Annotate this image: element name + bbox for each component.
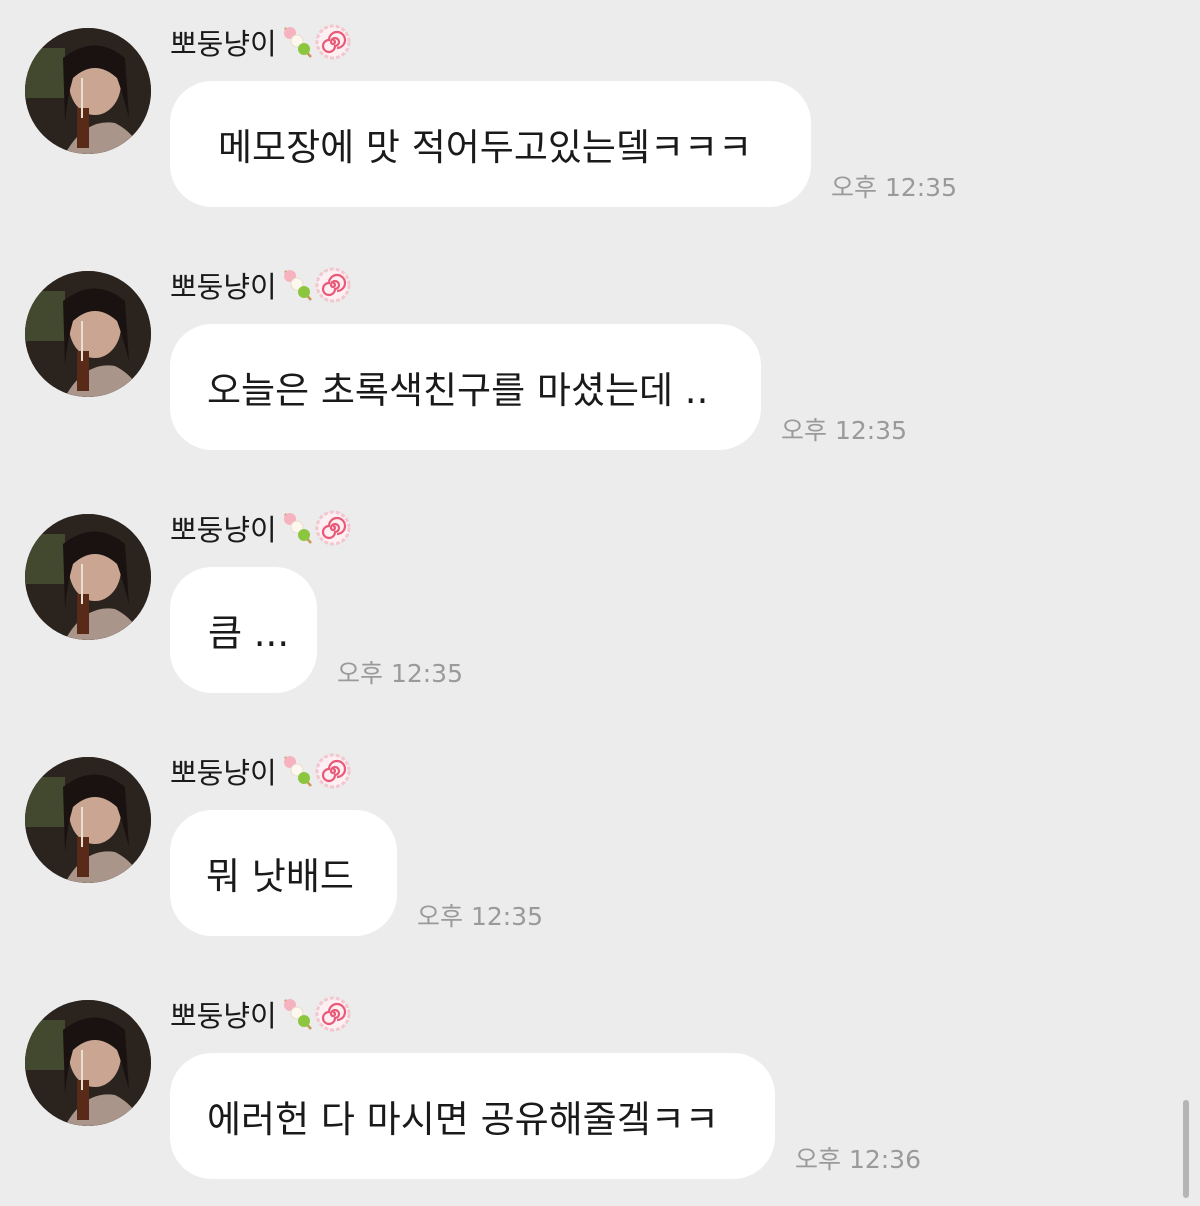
narutomaki-icon — [315, 24, 351, 60]
avatar[interactable] — [25, 1000, 151, 1126]
sender-name: 뽀둥냥이 — [170, 265, 351, 305]
dango-icon — [283, 756, 312, 787]
avatar[interactable] — [25, 271, 151, 397]
profile-photo — [25, 514, 151, 640]
narutomaki-icon — [315, 996, 351, 1032]
message-text: 오늘은 초록색친구를 마셨는데 .. — [207, 369, 709, 412]
message-row: 뽀둥냥이 뭐 낫배드 오후 12:35 — [0, 729, 1200, 972]
avatar[interactable] — [25, 757, 151, 883]
scrollbar[interactable] — [1183, 1100, 1189, 1198]
message-time: 오후 12:35 — [417, 902, 543, 931]
sender-name: 뽀둥냥이 — [170, 508, 351, 548]
profile-photo — [25, 1000, 151, 1126]
sender-name: 뽀둥냥이 — [170, 994, 351, 1034]
message-bubble[interactable]: 오늘은 초록색친구를 마셨는데 .. — [170, 324, 761, 450]
message-text: 메모장에 맛 적어두고있는뎈ㅋㅋㅋ — [218, 126, 753, 169]
message-bubble[interactable]: 에러헌 다 마시면 공유해줄겤ㅋㅋ — [170, 1053, 775, 1179]
sender-name: 뽀둥냥이 — [170, 22, 351, 62]
message-bubble[interactable]: 메모장에 맛 적어두고있는뎈ㅋㅋㅋ — [170, 81, 811, 207]
message-text: 큼 ... — [208, 612, 290, 655]
message-bubble[interactable]: 큼 ... — [170, 567, 317, 693]
dango-icon — [283, 513, 312, 544]
dango-icon — [283, 999, 312, 1030]
message-row: 뽀둥냥이 오늘은 초록색친구를 마셨는데 .. 오후 12:35 — [0, 243, 1200, 486]
message-time: 오후 12:35 — [781, 416, 907, 445]
message-text: 에러헌 다 마시면 공유해줄겤ㅋㅋ — [207, 1098, 719, 1141]
message-bubble[interactable]: 뭐 낫배드 — [170, 810, 397, 936]
message-time: 오후 12:35 — [831, 173, 957, 202]
narutomaki-icon — [315, 753, 351, 789]
profile-photo — [25, 28, 151, 154]
message-time: 오후 12:36 — [795, 1145, 921, 1174]
narutomaki-icon — [315, 267, 351, 303]
dango-icon — [283, 270, 312, 301]
avatar[interactable] — [25, 28, 151, 154]
message-text: 뭐 낫배드 — [206, 855, 354, 898]
message-time: 오후 12:35 — [337, 659, 463, 688]
narutomaki-icon — [315, 510, 351, 546]
message-row: 뽀둥냥이 큼 ... 오후 12:35 — [0, 486, 1200, 729]
chat-room: 뽀둥냥이 메모장에 맛 적어두고있는뎈ㅋㅋㅋ 오후 12:35 뽀둥냥이 오늘은… — [0, 0, 1200, 1206]
message-row: 뽀둥냥이 에러헌 다 마시면 공유해줄겤ㅋㅋ 오후 12:36 — [0, 972, 1200, 1206]
message-row: 뽀둥냥이 메모장에 맛 적어두고있는뎈ㅋㅋㅋ 오후 12:35 — [0, 0, 1200, 243]
sender-name: 뽀둥냥이 — [170, 751, 351, 791]
avatar[interactable] — [25, 514, 151, 640]
dango-icon — [283, 27, 312, 58]
profile-photo — [25, 757, 151, 883]
profile-photo — [25, 271, 151, 397]
